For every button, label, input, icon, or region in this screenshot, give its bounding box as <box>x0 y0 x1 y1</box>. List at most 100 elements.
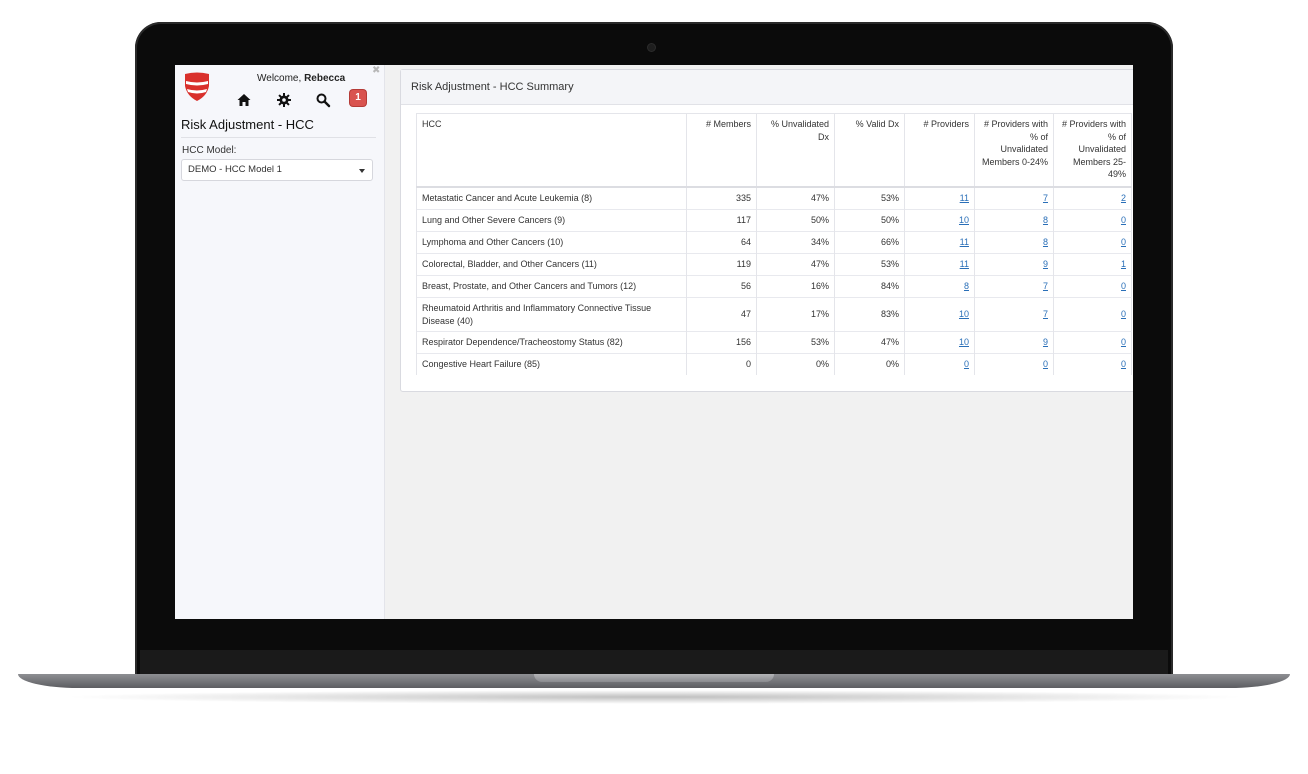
table-row: Breast, Prostate, and Other Cancers and … <box>416 275 1132 298</box>
column-header-hcc[interactable]: HCC <box>416 113 687 188</box>
logo-shield-icon[interactable] <box>183 72 211 102</box>
app-screen: ✖ Welcome, Rebecca 1 Risk Adjustment - H… <box>175 65 1133 619</box>
providers-0-24-link[interactable]: 7 <box>1043 193 1048 203</box>
providers-25-49-link[interactable]: 0 <box>1121 359 1126 369</box>
cell-providers-25-49: 0 <box>1053 275 1132 298</box>
cell-providers-25-49: 0 <box>1053 331 1132 354</box>
providers-0-24-link[interactable]: 7 <box>1043 281 1048 291</box>
cell-unvalidated: 17% <box>756 297 835 332</box>
table-header-row: HCC # Members % Unvalidated Dx % Valid D… <box>416 113 1132 188</box>
providers-25-49-link[interactable]: 2 <box>1121 193 1126 203</box>
providers-link[interactable]: 10 <box>959 309 969 319</box>
providers-link[interactable]: 11 <box>960 259 969 269</box>
providers-link[interactable]: 11 <box>960 193 969 203</box>
notification-badge[interactable]: 1 <box>350 90 366 106</box>
providers-link[interactable]: 10 <box>959 337 969 347</box>
cell-unvalidated: 34% <box>756 231 835 254</box>
hcc-model-select[interactable]: DEMO - HCC Model 1 <box>181 159 373 181</box>
cell-members: 156 <box>686 331 757 354</box>
cell-providers-25-49: 2 <box>1053 186 1132 210</box>
providers-link[interactable]: 0 <box>964 359 969 369</box>
providers-link[interactable]: 10 <box>959 215 969 225</box>
cell-providers-0-24: 7 <box>974 275 1054 298</box>
cell-providers-25-49: 0 <box>1053 297 1132 332</box>
cell-members: 117 <box>686 209 757 232</box>
cell-valid: 53% <box>834 186 905 210</box>
cell-providers: 8 <box>904 275 975 298</box>
cell-hcc: Rheumatoid Arthritis and Inflammatory Co… <box>416 297 687 332</box>
cell-providers-25-49: 0 <box>1053 231 1132 254</box>
cell-providers: 11 <box>904 231 975 254</box>
hcc-summary-table: HCC # Members % Unvalidated Dx % Valid D… <box>416 113 1132 375</box>
cell-unvalidated: 16% <box>756 275 835 298</box>
cell-providers-0-24: 8 <box>974 231 1054 254</box>
column-header-providers[interactable]: # Providers <box>904 113 975 188</box>
cell-valid: 50% <box>834 209 905 232</box>
hcc-model-label: HCC Model: <box>182 145 237 156</box>
column-header-valid-dx[interactable]: % Valid Dx <box>834 113 905 188</box>
cell-hcc: Lymphoma and Other Cancers (10) <box>416 231 687 254</box>
hcc-model-selected-value: DEMO - HCC Model 1 <box>188 164 282 175</box>
providers-25-49-link[interactable]: 0 <box>1121 281 1126 291</box>
cell-providers-25-49: 0 <box>1053 353 1132 375</box>
cell-members: 119 <box>686 253 757 276</box>
cell-members: 56 <box>686 275 757 298</box>
cell-unvalidated: 47% <box>756 186 835 210</box>
column-header-providers-25-49[interactable]: # Providers with % of Unvalidated Member… <box>1053 113 1132 188</box>
cell-members: 335 <box>686 186 757 210</box>
cell-providers-0-24: 8 <box>974 209 1054 232</box>
providers-0-24-link[interactable]: 8 <box>1043 237 1048 247</box>
cell-valid: 84% <box>834 275 905 298</box>
laptop-hinge-notch <box>534 674 774 682</box>
hcc-summary-card: Risk Adjustment - HCC Summary HCC # Memb… <box>400 69 1133 392</box>
cell-providers-0-24: 0 <box>974 353 1054 375</box>
table-row: Colorectal, Bladder, and Other Cancers (… <box>416 253 1132 276</box>
providers-link[interactable]: 8 <box>964 281 969 291</box>
column-header-providers-0-24[interactable]: # Providers with % of Unvalidated Member… <box>974 113 1054 188</box>
webcam <box>648 44 655 51</box>
cell-providers: 10 <box>904 297 975 332</box>
card-title: Risk Adjustment - HCC Summary <box>401 70 1133 105</box>
gear-icon[interactable] <box>276 92 292 108</box>
sidebar-title: Risk Adjustment - HCC <box>181 117 314 132</box>
cell-members: 0 <box>686 353 757 375</box>
cell-providers: 11 <box>904 253 975 276</box>
close-icon[interactable]: ✖ <box>372 65 380 76</box>
providers-0-24-link[interactable]: 7 <box>1043 309 1048 319</box>
cell-providers-0-24: 9 <box>974 253 1054 276</box>
providers-0-24-link[interactable]: 8 <box>1043 215 1048 225</box>
providers-25-49-link[interactable]: 0 <box>1121 215 1126 225</box>
cell-providers-0-24: 7 <box>974 297 1054 332</box>
cell-providers: 11 <box>904 186 975 210</box>
cell-valid: 66% <box>834 231 905 254</box>
cell-valid: 0% <box>834 353 905 375</box>
cell-hcc: Metastatic Cancer and Acute Leukemia (8) <box>416 186 687 210</box>
search-icon[interactable] <box>315 92 331 108</box>
table-row: Lung and Other Severe Cancers (9) 117 50… <box>416 209 1132 232</box>
cell-unvalidated: 53% <box>756 331 835 354</box>
providers-25-49-link[interactable]: 0 <box>1121 337 1126 347</box>
providers-0-24-link[interactable]: 9 <box>1043 337 1048 347</box>
caret-down-icon <box>359 169 365 173</box>
home-icon[interactable] <box>236 92 252 108</box>
cell-hcc: Congestive Heart Failure (85) <box>416 353 687 375</box>
providers-link[interactable]: 11 <box>960 237 969 247</box>
providers-25-49-link[interactable]: 1 <box>1121 259 1126 269</box>
providers-0-24-link[interactable]: 9 <box>1043 259 1048 269</box>
table-row: Respirator Dependence/Tracheostomy Statu… <box>416 331 1132 354</box>
table-row: Congestive Heart Failure (85) 0 0% 0% 0 … <box>416 353 1132 375</box>
column-header-unvalidated-dx[interactable]: % Unvalidated Dx <box>756 113 835 188</box>
cell-providers-0-24: 9 <box>974 331 1054 354</box>
table-row: Lymphoma and Other Cancers (10) 64 34% 6… <box>416 231 1132 254</box>
cell-hcc: Colorectal, Bladder, and Other Cancers (… <box>416 253 687 276</box>
cell-members: 64 <box>686 231 757 254</box>
cell-providers-25-49: 0 <box>1053 209 1132 232</box>
providers-0-24-link[interactable]: 0 <box>1043 359 1048 369</box>
providers-25-49-link[interactable]: 0 <box>1121 237 1126 247</box>
sidebar: ✖ Welcome, Rebecca 1 Risk Adjustment - H… <box>175 65 385 619</box>
cell-providers-0-24: 7 <box>974 186 1054 210</box>
column-header-members[interactable]: # Members <box>686 113 757 188</box>
laptop-shadow <box>60 690 1250 704</box>
providers-25-49-link[interactable]: 0 <box>1121 309 1126 319</box>
cell-hcc: Respirator Dependence/Tracheostomy Statu… <box>416 331 687 354</box>
